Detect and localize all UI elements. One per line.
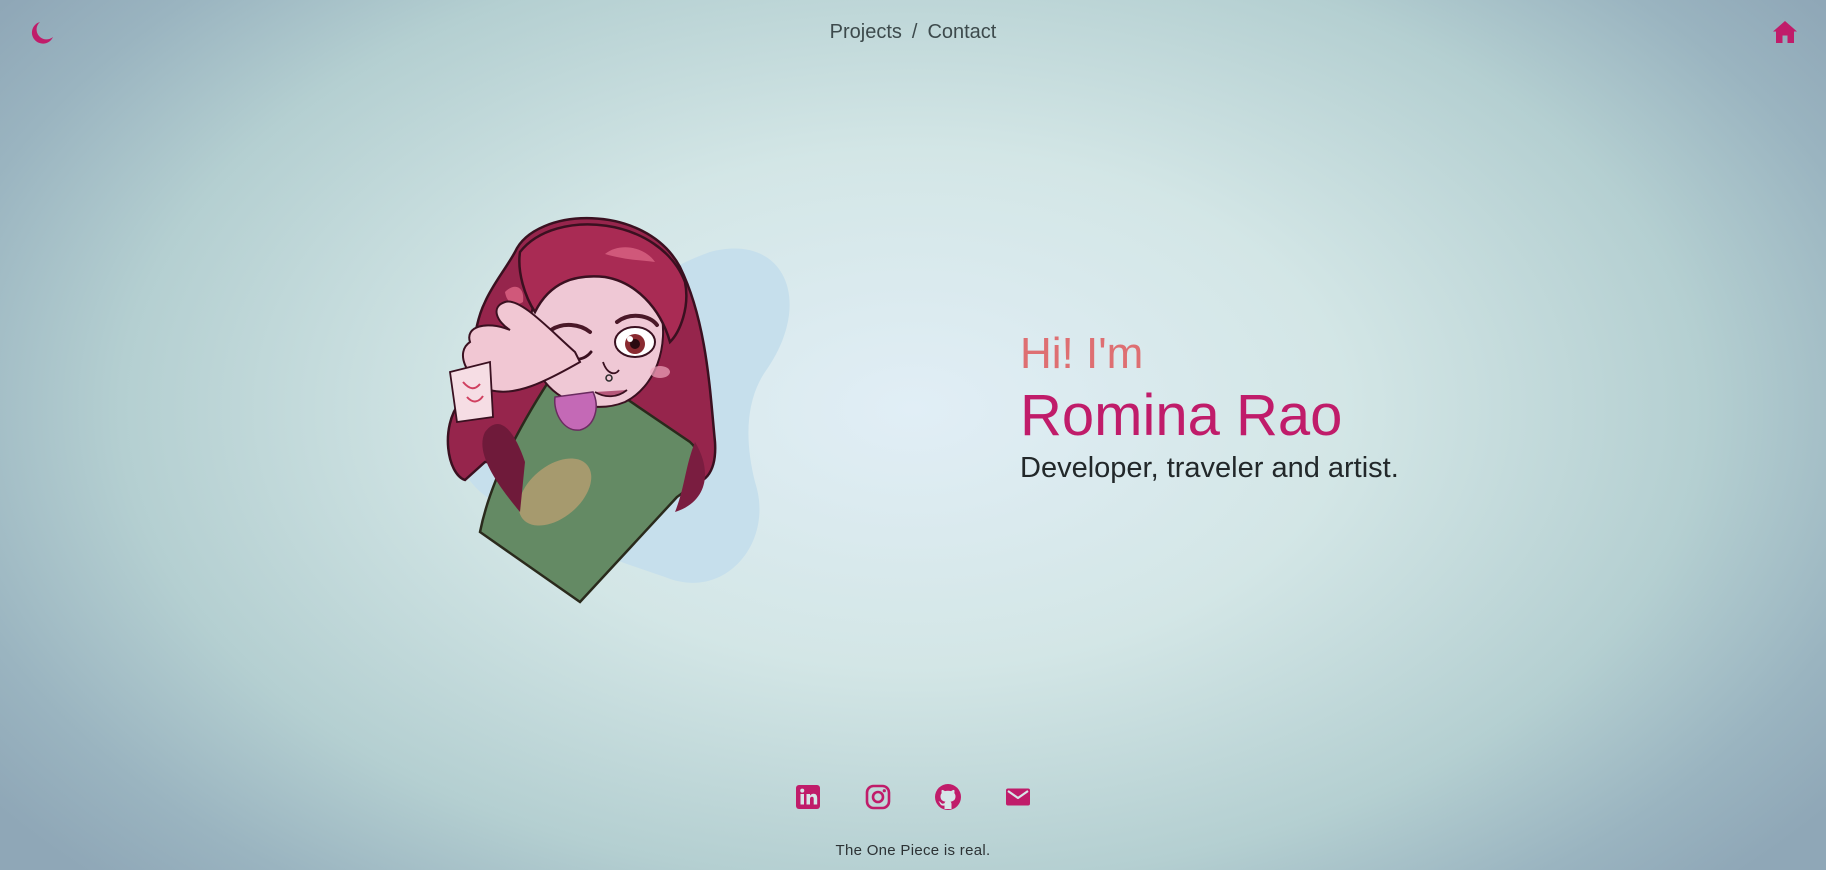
hero-name: Romina Rao — [1020, 383, 1343, 448]
hero: Hi! I'm Romina Rao Developer, traveler a… — [1020, 328, 1720, 486]
mail-icon — [1006, 788, 1030, 806]
nav-link-projects[interactable]: Projects — [830, 20, 902, 44]
main-nav: Projects / Contact — [0, 20, 1826, 44]
avatar-illustration — [445, 212, 815, 612]
top-bar: Projects / Contact — [0, 0, 1826, 64]
github-icon — [935, 784, 961, 810]
linkedin-link[interactable] — [793, 782, 823, 812]
footer-text: The One Piece is real. — [835, 842, 991, 859]
home-icon — [1773, 21, 1797, 43]
nav-link-contact[interactable]: Contact — [927, 20, 996, 44]
nav-separator: / — [911, 21, 918, 43]
instagram-link[interactable] — [863, 782, 893, 812]
social-links — [0, 782, 1826, 812]
hero-tagline: Developer, traveler and artist. — [1020, 452, 1399, 484]
instagram-icon — [865, 784, 891, 810]
linkedin-icon — [796, 785, 820, 809]
hero-greeting: Hi! I'm — [1020, 329, 1144, 378]
github-link[interactable] — [933, 782, 963, 812]
home-button[interactable] — [1772, 19, 1798, 45]
email-link[interactable] — [1003, 782, 1033, 812]
